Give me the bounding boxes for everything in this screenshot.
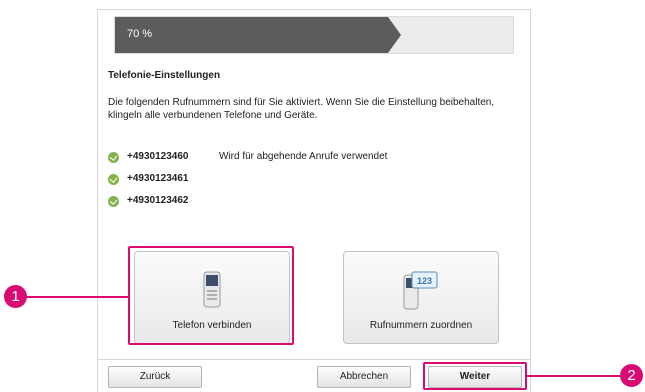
check-icon [108, 196, 119, 207]
section-title: Telefonie-Einstellungen [108, 70, 221, 81]
description-text: Die folgenden Rufnummern sind für Sie ak… [108, 97, 495, 121]
progress-fill [115, 17, 401, 53]
footer-divider [98, 359, 530, 360]
back-button[interactable]: Zurück [108, 366, 202, 388]
connect-phone-highlight [128, 246, 294, 345]
callout-marker-2: 2 [620, 364, 643, 387]
callout-line-2 [526, 375, 626, 377]
assign-numbers-tile[interactable]: 123 Rufnummern zuordnen [343, 251, 499, 344]
callout-marker-1: 1 [4, 285, 27, 308]
progress-label: 70 % [127, 28, 153, 40]
check-icon [108, 152, 119, 163]
phone-number: +4930123461 [127, 173, 189, 184]
phone-number: +4930123462 [127, 195, 189, 206]
phone-numbers-icon: 123 [403, 271, 438, 310]
tile-label: Rufnummern zuordnen [369, 320, 473, 331]
icon-badge-text: 123 [417, 276, 432, 286]
next-button-highlight [423, 362, 527, 390]
progress-bar: 70 % [114, 16, 514, 54]
cancel-button[interactable]: Abbrechen [317, 366, 411, 388]
callout-line-1 [22, 296, 129, 298]
phone-number: +4930123460 [127, 151, 189, 162]
number-note: Wird für abgehende Anrufe verwendet [219, 151, 388, 162]
check-icon [108, 174, 119, 185]
